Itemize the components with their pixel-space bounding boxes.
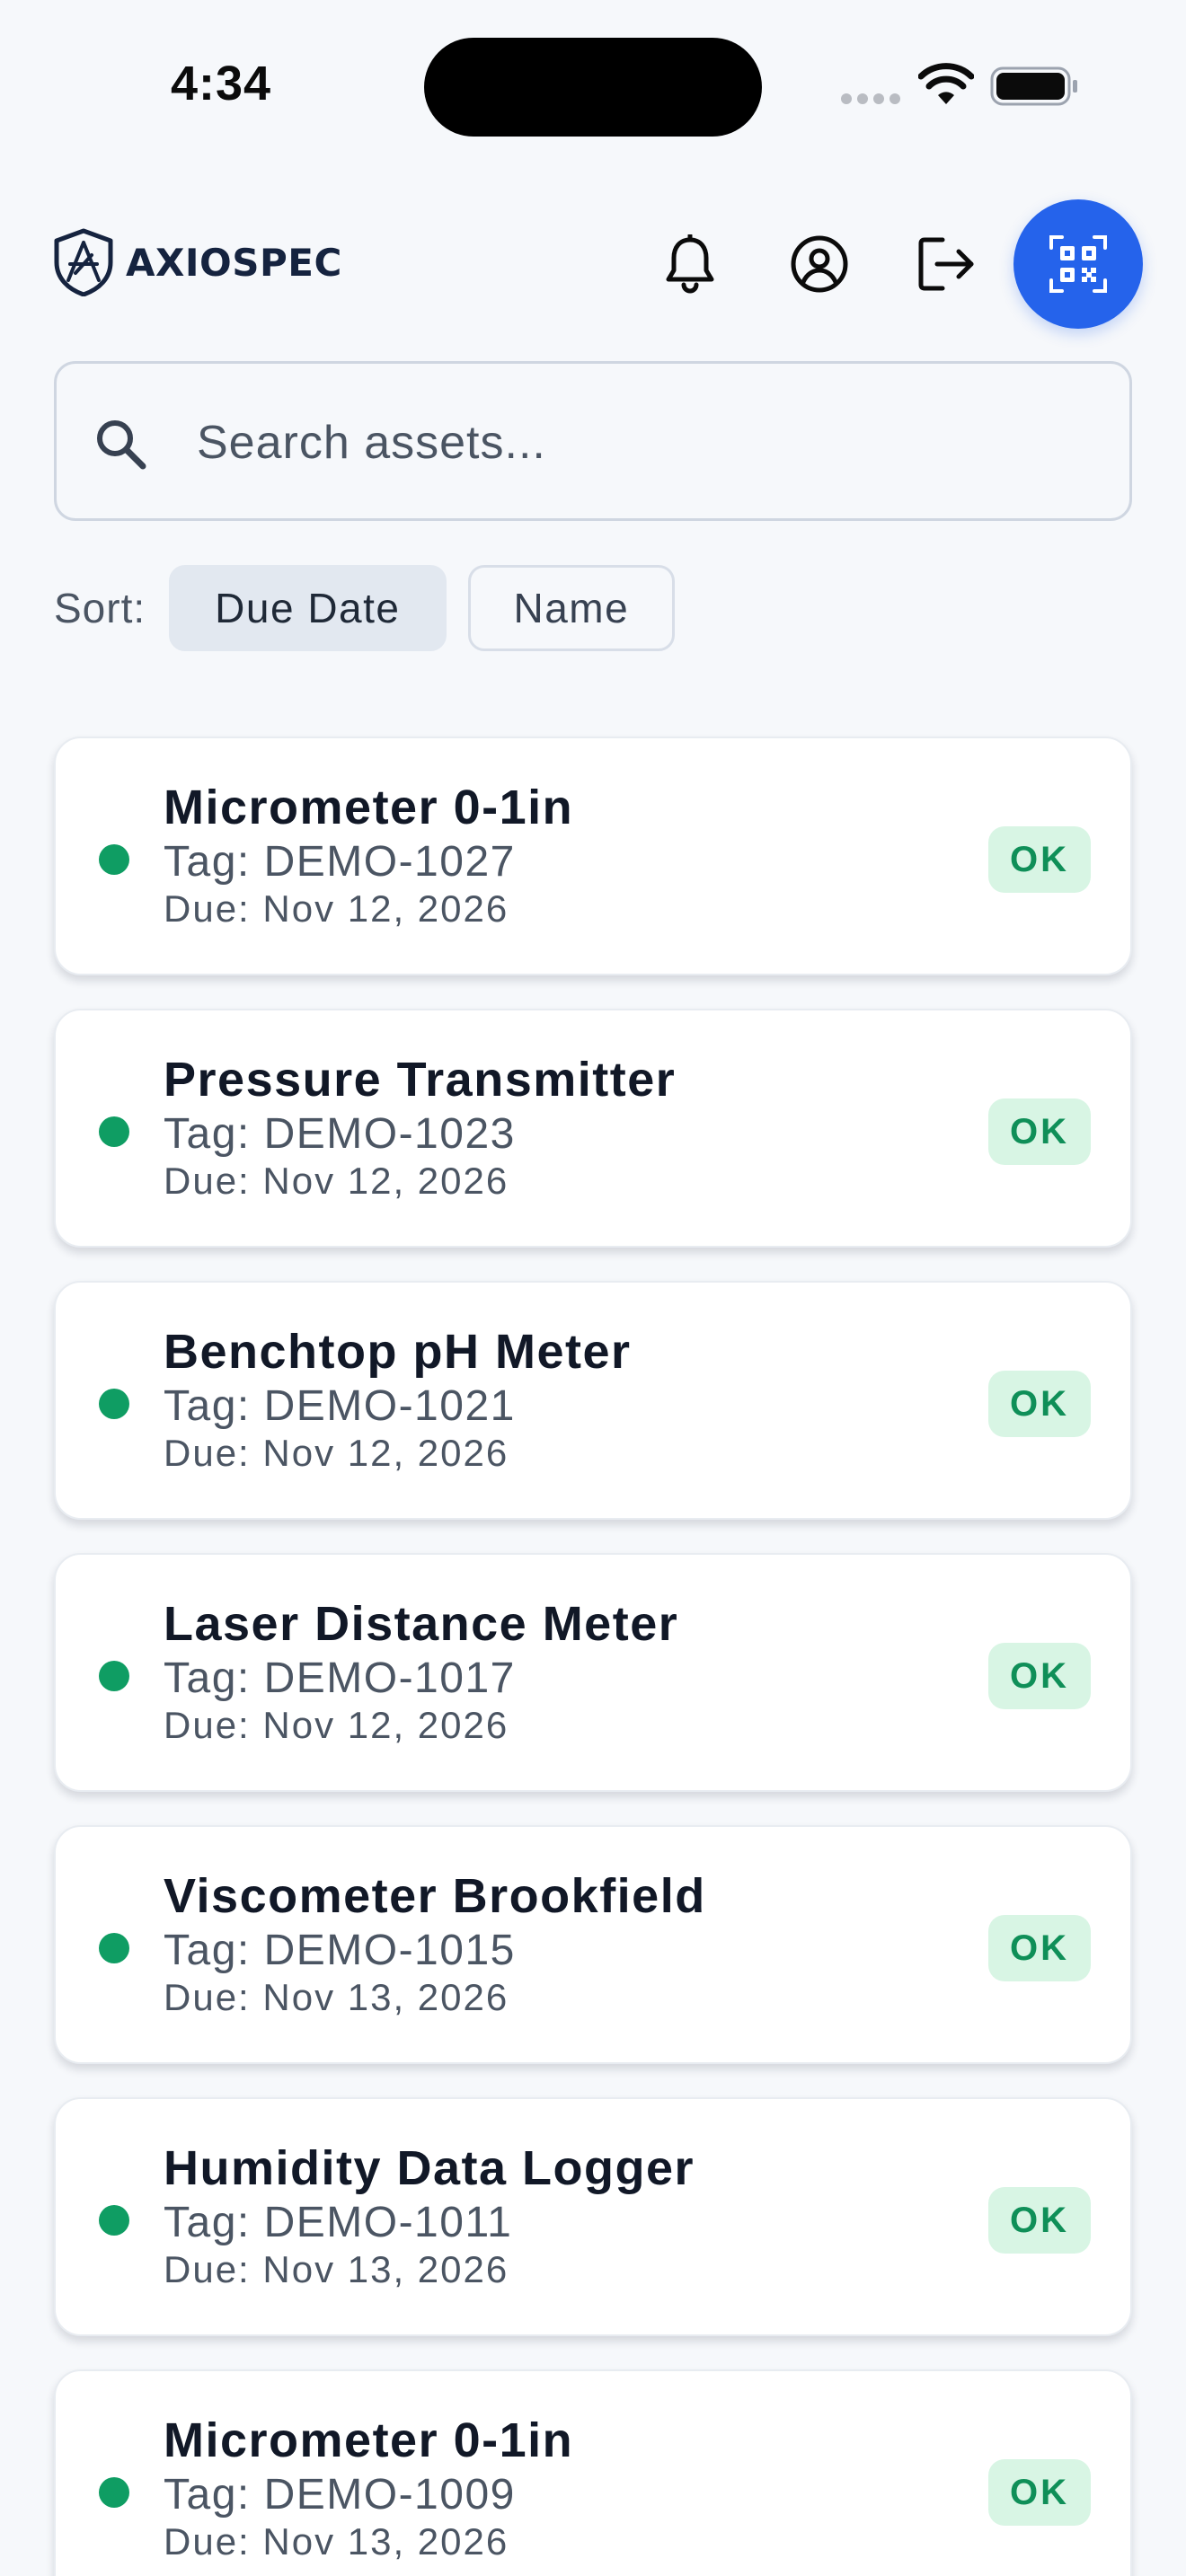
status-badge: OK <box>988 826 1091 893</box>
asset-due-date: Due: Nov 12, 2026 <box>164 1432 509 1474</box>
asset-name: Laser Distance Meter <box>164 1597 679 1651</box>
search-bar[interactable] <box>54 361 1132 521</box>
asset-tag: Tag: DEMO-1011 <box>164 2199 513 2246</box>
asset-tag: Tag: DEMO-1009 <box>164 2471 516 2519</box>
asset-tag: Tag: DEMO-1017 <box>164 1654 516 1702</box>
logout-icon <box>918 237 974 291</box>
status-badge: OK <box>988 1643 1091 1709</box>
sort-by-due-date-button[interactable]: Due Date <box>169 565 447 651</box>
brand-logo: AXIOSPEC <box>52 228 342 296</box>
app-header: AXIOSPEC <box>0 189 1186 332</box>
status-badge: OK <box>988 2459 1091 2526</box>
status-badge: OK <box>988 2187 1091 2254</box>
cellular-signal-icon <box>841 93 900 104</box>
asset-tag: Tag: DEMO-1021 <box>164 1382 516 1430</box>
asset-card[interactable]: Micrometer 0-1in Tag: DEMO-1009 Due: Nov… <box>54 2369 1132 2576</box>
status-badge: OK <box>988 1915 1091 1981</box>
asset-name: Pressure Transmitter <box>164 1053 677 1107</box>
asset-card[interactable]: Humidity Data Logger Tag: DEMO-1011 Due:… <box>54 2097 1132 2336</box>
asset-name: Benchtop pH Meter <box>164 1325 632 1379</box>
notifications-button[interactable] <box>654 228 726 300</box>
asset-due-date: Due: Nov 13, 2026 <box>164 1976 509 2018</box>
status-dot <box>99 844 129 875</box>
asset-due-date: Due: Nov 13, 2026 <box>164 2248 509 2290</box>
asset-tag: Tag: DEMO-1023 <box>164 1110 516 1158</box>
dynamic-island <box>424 38 762 137</box>
wifi-icon <box>918 63 974 104</box>
status-dot <box>99 2477 129 2508</box>
sort-controls: Sort: Due Date Name <box>54 564 676 652</box>
sort-by-name-button[interactable]: Name <box>467 565 676 651</box>
status-dot <box>99 1933 129 1963</box>
logout-button[interactable] <box>911 228 983 300</box>
shield-logo-icon <box>54 228 113 296</box>
asset-name: Micrometer 0-1in <box>164 2413 574 2467</box>
asset-card[interactable]: Laser Distance Meter Tag: DEMO-1017 Due:… <box>54 1553 1132 1792</box>
status-time: 4:34 <box>171 57 272 110</box>
search-input[interactable] <box>197 400 1095 486</box>
qr-code-icon <box>1049 235 1107 293</box>
search-icon <box>97 420 146 470</box>
asset-card[interactable]: Benchtop pH Meter Tag: DEMO-1021 Due: No… <box>54 1281 1132 1520</box>
status-badge: OK <box>988 1371 1091 1437</box>
asset-list: Micrometer 0-1in Tag: DEMO-1027 Due: Nov… <box>54 737 1132 2576</box>
battery-icon <box>990 66 1077 106</box>
asset-due-date: Due: Nov 13, 2026 <box>164 2520 509 2563</box>
status-bar: 4:34 <box>0 0 1186 171</box>
asset-due-date: Due: Nov 12, 2026 <box>164 1160 509 1202</box>
status-badge: OK <box>988 1098 1091 1165</box>
asset-due-date: Due: Nov 12, 2026 <box>164 887 509 930</box>
asset-name: Humidity Data Logger <box>164 2141 695 2195</box>
asset-card[interactable]: Pressure Transmitter Tag: DEMO-1023 Due:… <box>54 1009 1132 1248</box>
status-dot <box>99 1116 129 1147</box>
asset-card[interactable]: Viscometer Brookfield Tag: DEMO-1015 Due… <box>54 1825 1132 2064</box>
brand-name: AXIOSPEC <box>126 240 342 285</box>
profile-button[interactable] <box>783 228 855 300</box>
asset-card[interactable]: Micrometer 0-1in Tag: DEMO-1027 Due: Nov… <box>54 737 1132 975</box>
status-dot <box>99 1661 129 1691</box>
asset-list-screen: 4:34 AXIOSPEC Search assets... Sort: Due… <box>0 0 1186 2576</box>
bell-icon <box>666 234 714 294</box>
sort-label: Sort: <box>54 585 146 631</box>
user-circle-icon <box>791 235 848 293</box>
asset-tag: Tag: DEMO-1027 <box>164 838 516 886</box>
asset-tag: Tag: DEMO-1015 <box>164 1927 516 1974</box>
asset-name: Viscometer Brookfield <box>164 1869 706 1923</box>
status-dot <box>99 1389 129 1419</box>
asset-due-date: Due: Nov 12, 2026 <box>164 1704 509 1746</box>
asset-name: Micrometer 0-1in <box>164 781 574 834</box>
status-dot <box>99 2205 129 2236</box>
scan-qr-button[interactable] <box>1013 199 1143 329</box>
